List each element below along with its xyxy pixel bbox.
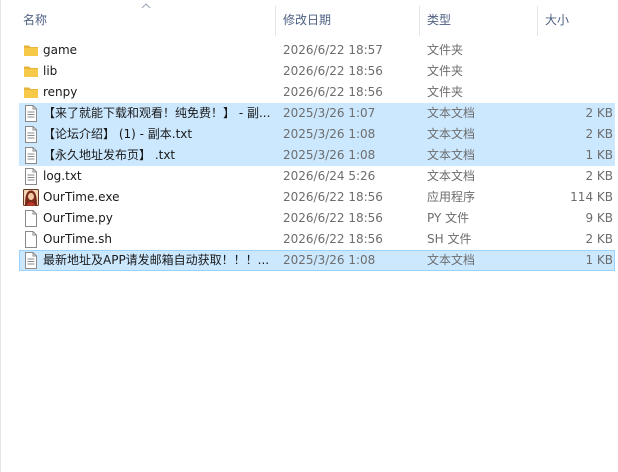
file-modified-date: 2026/6/22 18:56 — [283, 64, 383, 78]
file-size: 114 KB — [570, 190, 613, 204]
file-size — [541, 40, 613, 61]
file-row[interactable]: log.txt 2026/6/24 5:26 文本文档 2 KB — [1, 166, 618, 187]
column-divider[interactable] — [537, 6, 538, 36]
file-row[interactable]: lib 2026/6/22 18:56 文件夹 — [1, 61, 618, 82]
file-row[interactable]: OurTime.exe 2026/6/22 18:56 应用程序 114 KB — [1, 187, 618, 208]
blank-file-icon — [23, 210, 39, 227]
file-type: 文件夹 — [427, 43, 464, 57]
file-type: 文本文档 — [427, 169, 476, 183]
sort-ascending-icon — [141, 3, 151, 9]
file-type: 应用程序 — [427, 190, 476, 204]
file-type: SH 文件 — [427, 232, 472, 246]
text-file-icon — [23, 105, 39, 122]
file-modified-date: 2025/3/26 1:08 — [283, 253, 376, 267]
file-modified-date: 2026/6/22 18:56 — [283, 232, 383, 246]
file-name: 【论坛介绍】 (1) - 副本.txt — [43, 127, 193, 141]
file-row[interactable]: 最新地址及APP请发邮箱自动获取！！！... 2025/3/26 1:08 文本文档… — [1, 250, 618, 271]
folder-icon — [23, 42, 39, 59]
file-type: 文本文档 — [427, 148, 476, 162]
file-modified-date: 2026/6/22 18:57 — [283, 43, 383, 57]
file-name: renpy — [43, 85, 78, 99]
file-size — [541, 61, 613, 82]
text-file-icon — [23, 252, 39, 269]
file-size — [541, 82, 613, 103]
file-name: OurTime.py — [43, 211, 113, 225]
file-type: 文本文档 — [427, 253, 476, 267]
text-file-icon — [23, 147, 39, 164]
file-size: 1 KB — [585, 148, 613, 162]
file-modified-date: 2026/6/22 18:56 — [283, 85, 383, 99]
file-name: game — [43, 43, 78, 57]
column-divider[interactable] — [275, 6, 276, 36]
file-size: 2 KB — [585, 232, 613, 246]
file-name: 【来了就能下载和观看！纯免费！】 - 副... — [43, 106, 271, 120]
file-size: 2 KB — [585, 127, 613, 141]
file-name: OurTime.sh — [43, 232, 113, 246]
file-name: OurTime.exe — [43, 190, 120, 204]
folder-icon — [23, 63, 39, 80]
file-name: 最新地址及APP请发邮箱自动获取！！！... — [43, 253, 270, 267]
file-list-pane[interactable]: 名称 修改日期 类型 大小 game 2026/6/22 18:57 文件夹 lib… — [0, 0, 618, 472]
blank-file-icon — [23, 231, 39, 248]
file-size: 9 KB — [585, 211, 613, 225]
file-name: 【永久地址发布页】 .txt — [43, 148, 176, 162]
file-type: PY 文件 — [427, 211, 470, 225]
file-rows: game 2026/6/22 18:57 文件夹 lib 2026/6/22 18:5… — [1, 40, 618, 271]
file-type: 文本文档 — [427, 106, 476, 120]
file-row[interactable]: 【来了就能下载和观看！纯免费！】 - 副... 2025/3/26 1:07 文本文… — [1, 103, 618, 124]
column-header-bar: 名称 修改日期 类型 大小 — [1, 0, 618, 40]
file-size: 2 KB — [585, 106, 613, 120]
file-modified-date: 2026/6/22 18:56 — [283, 211, 383, 225]
column-header-size[interactable]: 大小 — [545, 11, 569, 29]
folder-icon — [23, 84, 39, 101]
file-modified-date: 2026/6/22 18:56 — [283, 190, 383, 204]
file-modified-date: 2026/6/24 5:26 — [283, 169, 376, 183]
file-row[interactable]: OurTime.sh 2026/6/22 18:56 SH 文件 2 KB — [1, 229, 618, 250]
app-icon — [23, 189, 39, 206]
file-row[interactable]: renpy 2026/6/22 18:56 文件夹 — [1, 82, 618, 103]
file-type: 文件夹 — [427, 85, 464, 99]
file-row[interactable]: game 2026/6/22 18:57 文件夹 — [1, 40, 618, 61]
file-name: log.txt — [43, 169, 82, 183]
file-type: 文本文档 — [427, 127, 476, 141]
file-row[interactable]: 【论坛介绍】 (1) - 副本.txt 2025/3/26 1:08 文本文档 2 K… — [1, 124, 618, 145]
file-modified-date: 2025/3/26 1:08 — [283, 148, 376, 162]
column-divider[interactable] — [419, 6, 420, 36]
file-modified-date: 2025/3/26 1:08 — [283, 127, 376, 141]
file-modified-date: 2025/3/26 1:07 — [283, 106, 376, 120]
file-name: lib — [43, 64, 58, 78]
column-header-date[interactable]: 修改日期 — [283, 11, 331, 29]
column-header-type[interactable]: 类型 — [427, 11, 451, 29]
column-header-name[interactable]: 名称 — [23, 11, 47, 29]
text-file-icon — [23, 168, 39, 185]
file-size: 2 KB — [585, 169, 613, 183]
file-row[interactable]: 【永久地址发布页】 .txt 2025/3/26 1:08 文本文档 1 KB — [1, 145, 618, 166]
file-size: 1 KB — [585, 253, 613, 267]
text-file-icon — [23, 126, 39, 143]
file-type: 文件夹 — [427, 64, 464, 78]
file-row[interactable]: OurTime.py 2026/6/22 18:56 PY 文件 9 KB — [1, 208, 618, 229]
